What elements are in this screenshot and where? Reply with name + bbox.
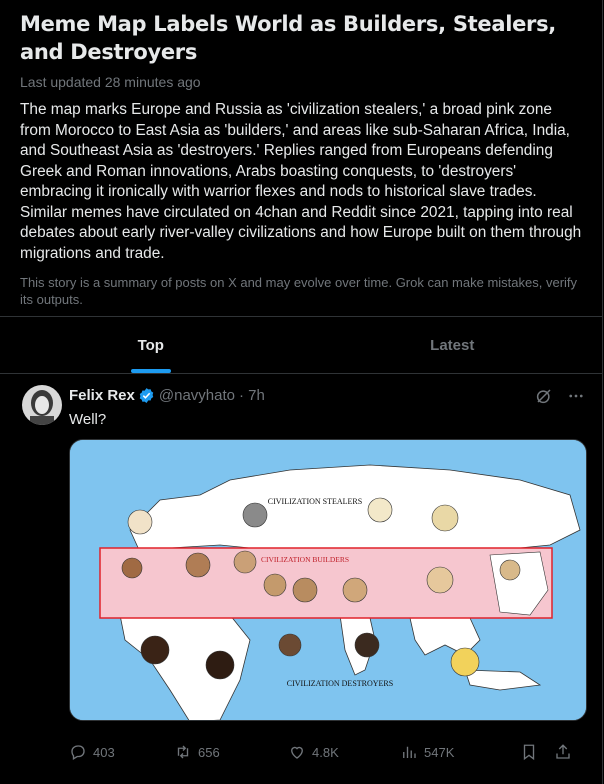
- tab-latest-label: Latest: [430, 336, 475, 354]
- repost-button[interactable]: 656: [174, 743, 288, 761]
- bookmark-icon[interactable]: [520, 743, 538, 761]
- tab-latest[interactable]: Latest: [302, 317, 604, 373]
- like-count: 4.8K: [312, 744, 339, 760]
- post-header: Felix Rex @navyhato · 7h: [69, 387, 265, 404]
- story-disclaimer: This story is a summary of posts on X an…: [20, 275, 578, 307]
- author-name[interactable]: Felix Rex: [69, 387, 135, 404]
- story-header: Meme Map Labels World as Builders, Steal…: [0, 0, 602, 308]
- views-button[interactable]: 547K: [400, 743, 520, 761]
- verified-badge-icon: [139, 388, 154, 403]
- author-handle[interactable]: @navyhato: [159, 387, 235, 404]
- reply-icon: [71, 745, 85, 760]
- repost-icon: [177, 745, 189, 759]
- last-updated: Last updated 28 minutes ago: [20, 74, 201, 90]
- grok-icon[interactable]: [535, 387, 553, 405]
- map-label-stealers: CIVILIZATION STEALERS: [268, 497, 362, 506]
- post-top-actions: [535, 387, 585, 405]
- tab-top-label: Top: [137, 336, 164, 354]
- map-label-builders: CIVILIZATION BUILDERS: [261, 555, 349, 564]
- like-button[interactable]: 4.8K: [288, 743, 400, 761]
- post-image-map[interactable]: CIVILIZATION STEALERS CIVILIZATION BUILD…: [69, 439, 587, 721]
- like-icon: [291, 746, 303, 759]
- world-map-meme: CIVILIZATION STEALERS CIVILIZATION BUILD…: [70, 440, 586, 720]
- story-summary: The map marks Europe and Russia as 'civi…: [20, 101, 582, 262]
- timeline-column: Meme Map Labels World as Builders, Steal…: [0, 0, 603, 784]
- avatar[interactable]: [22, 385, 62, 425]
- active-tab-indicator: [130, 369, 171, 373]
- post[interactable]: Felix Rex @navyhato · 7h Well? CIVILIZAT…: [0, 375, 603, 784]
- post-time[interactable]: · 7h: [239, 387, 265, 404]
- repost-count: 656: [198, 744, 220, 760]
- feed-tabs: Top Latest: [0, 316, 603, 374]
- post-actions: 403 656 4.8K 547K: [69, 743, 589, 761]
- reply-count: 403: [93, 744, 115, 760]
- share-icon[interactable]: [554, 743, 572, 761]
- post-text: Well?: [69, 411, 107, 428]
- story-title: Meme Map Labels World as Builders, Steal…: [20, 12, 556, 64]
- tab-top[interactable]: Top: [0, 317, 302, 373]
- more-icon[interactable]: [567, 387, 585, 405]
- views-count: 547K: [424, 744, 455, 760]
- map-label-destroyers: CIVILIZATION DESTROYERS: [287, 679, 393, 688]
- reply-button[interactable]: 403: [69, 743, 174, 761]
- post-end-actions: [520, 743, 572, 761]
- views-icon: [403, 746, 416, 758]
